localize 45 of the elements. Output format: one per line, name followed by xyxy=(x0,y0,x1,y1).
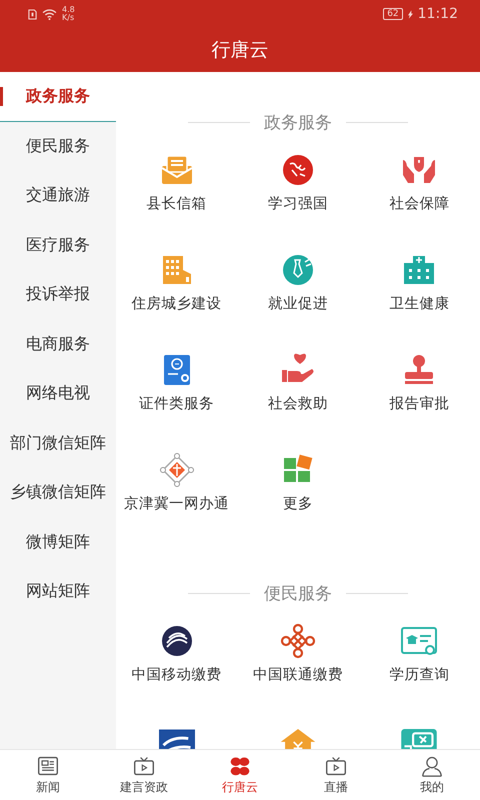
service-label[interactable]: 社会保障 xyxy=(389,194,450,214)
sim-icon xyxy=(28,8,37,20)
tv-icon xyxy=(324,754,348,776)
sidebar-item[interactable]: 乡镇微信矩阵 xyxy=(0,468,116,518)
service-label[interactable]: 证件类服务 xyxy=(139,394,214,414)
page-title: 行唐云 xyxy=(212,38,268,63)
nav-tab[interactable]: 直播 xyxy=(288,750,384,800)
service-label[interactable]: 中国移动缴费 xyxy=(132,665,222,685)
nav-tab[interactable]: 行唐云 xyxy=(192,750,288,800)
sidebar-item[interactable]: 交通旅游 xyxy=(0,171,116,220)
service-label[interactable]: 卫生健康 xyxy=(389,294,450,314)
speed-unit: K/s xyxy=(62,14,75,22)
service-label[interactable]: 就业促进 xyxy=(268,294,328,314)
tv-icon xyxy=(132,754,156,776)
nav-tab[interactable]: 我的 xyxy=(384,750,480,800)
service-label[interactable]: 报告审批 xyxy=(389,394,450,414)
service-label[interactable]: 学习强国 xyxy=(268,194,328,214)
sidebar-item[interactable]: 部门微信矩阵 xyxy=(0,418,116,468)
service-label[interactable]: 中国联通缴费 xyxy=(252,665,343,685)
sidebar-item[interactable]: 微博矩阵 xyxy=(0,518,116,567)
clock: 11:12 xyxy=(418,6,458,22)
service-label[interactable]: 社会救助 xyxy=(268,394,328,414)
sidebar-item[interactable]: 投诉举报 xyxy=(0,270,116,320)
sidebar-item[interactable]: 便民服务 xyxy=(0,122,116,171)
section-title: 政务服务 xyxy=(264,112,332,134)
battery-icon: 62 xyxy=(383,8,403,20)
person-icon xyxy=(420,754,444,776)
newspaper-icon xyxy=(36,754,60,776)
wifi-icon xyxy=(42,8,57,20)
sidebar-item[interactable]: 网络电视 xyxy=(0,369,116,418)
sidebar-item[interactable]: 医疗服务 xyxy=(0,220,116,270)
sidebar-item[interactable]: 网站矩阵 xyxy=(0,567,116,616)
clover-icon xyxy=(228,754,252,776)
nav-tab[interactable]: 新闻 xyxy=(0,750,96,800)
service-label[interactable]: 县长信箱 xyxy=(146,194,207,214)
charging-icon xyxy=(408,10,413,18)
service-label[interactable]: 住房城乡建设 xyxy=(132,294,222,314)
service-label[interactable]: 学历查询 xyxy=(389,665,450,685)
sidebar-item[interactable]: 电商服务 xyxy=(0,320,116,369)
network-speed: 4.8 xyxy=(62,6,75,14)
sidebar-item[interactable]: 政务服务 xyxy=(0,72,116,122)
service-label[interactable]: 更多 xyxy=(282,494,313,514)
nav-tab[interactable]: 建言资政 xyxy=(96,750,192,800)
service-label[interactable]: 京津冀一网办通 xyxy=(124,494,230,514)
section-title: 便民服务 xyxy=(264,582,332,604)
